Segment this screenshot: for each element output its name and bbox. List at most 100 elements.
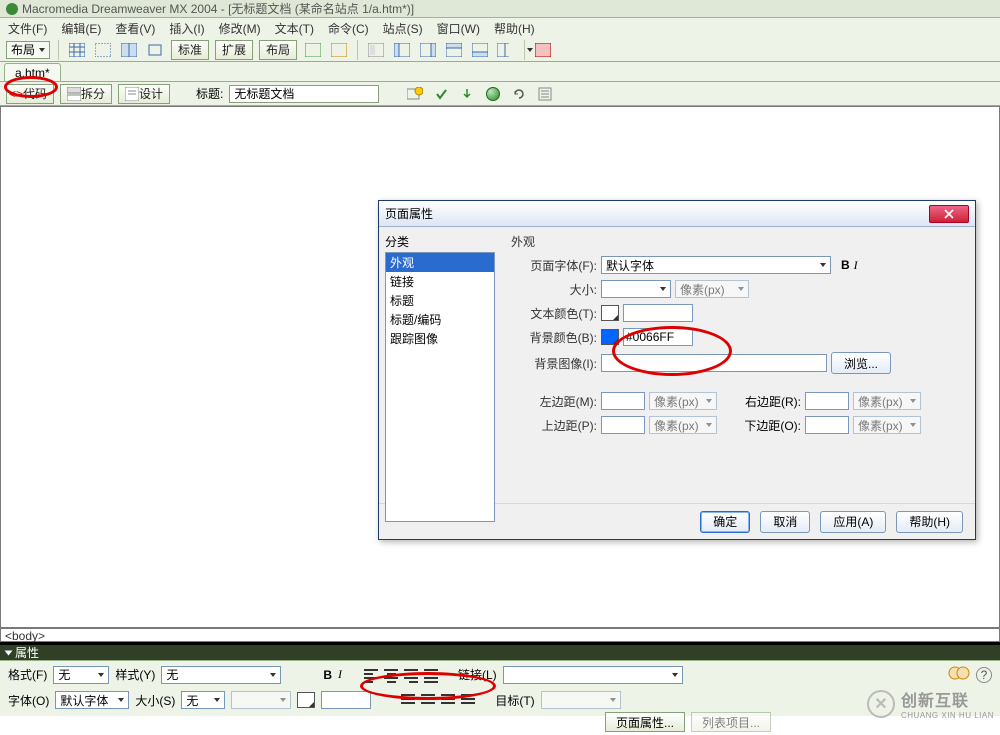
bold-button[interactable]: B — [323, 668, 332, 682]
collapse-triangle-icon — [5, 650, 13, 655]
size-unit-combo — [231, 691, 291, 709]
tag-selector[interactable]: <body> — [0, 628, 1000, 642]
menu-window[interactable]: 窗口(W) — [437, 20, 480, 36]
link-combo[interactable] — [503, 666, 683, 684]
layout-category-combo[interactable]: 布局 — [6, 41, 50, 59]
standard-mode-button[interactable]: 标准 — [171, 40, 209, 60]
refresh-icon[interactable] — [509, 84, 529, 104]
frame-split-icon[interactable] — [496, 40, 516, 60]
help-button[interactable]: 帮助(H) — [896, 511, 963, 533]
design-view-button[interactable]: 设计 — [118, 84, 170, 104]
bg-image-label: 背景图像(I): — [511, 355, 597, 372]
bg-color-swatch[interactable] — [601, 329, 619, 345]
frame-top-icon[interactable] — [444, 40, 464, 60]
layout-mode-button[interactable]: 布局 — [259, 40, 297, 60]
no-browser-check-icon[interactable] — [405, 84, 425, 104]
layout-table-icon[interactable] — [119, 40, 139, 60]
text-color-input[interactable] — [623, 304, 693, 322]
validate-icon[interactable] — [431, 84, 451, 104]
italic-button[interactable]: I — [338, 667, 342, 682]
margin-right-input[interactable] — [805, 392, 849, 410]
size-combo[interactable]: 无 — [181, 691, 225, 709]
align-justify-icon[interactable] — [424, 669, 438, 681]
format-combo[interactable]: 无 — [53, 666, 109, 684]
category-appearance[interactable]: 外观 — [386, 253, 494, 272]
browse-button[interactable]: 浏览... — [831, 352, 891, 374]
iframe-icon[interactable] — [366, 40, 386, 60]
frame-right-icon[interactable] — [418, 40, 438, 60]
category-label: 分类 — [385, 233, 495, 250]
margin-bottom-input[interactable] — [805, 416, 849, 434]
cancel-button[interactable]: 取消 — [760, 511, 810, 533]
menu-insert[interactable]: 插入(I) — [169, 20, 204, 36]
dialog-title-bar[interactable]: 页面属性 — [379, 201, 975, 227]
menu-text[interactable]: 文本(T) — [275, 20, 314, 36]
size-unit-select: 像素(px) — [675, 280, 749, 298]
extended-mode-button[interactable]: 扩展 — [215, 40, 253, 60]
properties-panel-header[interactable]: 属性 — [0, 642, 1000, 660]
tabular-data-icon[interactable] — [533, 40, 553, 60]
draw-table-icon[interactable] — [329, 40, 349, 60]
target-combo — [541, 691, 621, 709]
view-options-icon[interactable] — [535, 84, 555, 104]
category-tracing-image[interactable]: 跟踪图像 — [386, 329, 494, 348]
frame-bottom-icon[interactable] — [470, 40, 490, 60]
section-title: 外观 — [511, 233, 965, 250]
style-label: 样式(Y) — [115, 666, 155, 683]
split-view-button[interactable]: 拆分 — [60, 84, 112, 104]
margin-top-input[interactable] — [601, 416, 645, 434]
margin-left-input[interactable] — [601, 392, 645, 410]
ol-icon[interactable] — [421, 694, 435, 706]
file-mgmt-icon[interactable] — [457, 84, 477, 104]
category-links[interactable]: 链接 — [386, 272, 494, 291]
style-combo[interactable]: 无 — [161, 666, 281, 684]
menu-modify[interactable]: 修改(M) — [219, 20, 261, 36]
outdent-icon[interactable] — [441, 694, 455, 706]
align-center-icon[interactable] — [384, 669, 398, 681]
quick-tag-icon[interactable] — [948, 664, 970, 685]
window-title-bar: Macromedia Dreamweaver MX 2004 - [无标题文档 … — [0, 0, 1000, 18]
close-button[interactable] — [929, 205, 969, 223]
draw-cell-icon[interactable] — [303, 40, 323, 60]
ok-button[interactable]: 确定 — [700, 511, 750, 533]
table-icon[interactable] — [67, 40, 87, 60]
italic-toggle[interactable]: I — [854, 258, 858, 273]
menu-site[interactable]: 站点(S) — [383, 20, 423, 36]
ul-icon[interactable] — [401, 694, 415, 706]
menu-file[interactable]: 文件(F) — [8, 20, 47, 36]
help-icon[interactable]: ? — [976, 667, 992, 683]
font-combo[interactable]: 默认字体 — [55, 691, 129, 709]
properties-title: 属性 — [15, 644, 39, 661]
menu-commands[interactable]: 命令(C) — [328, 20, 369, 36]
preview-icon[interactable] — [483, 84, 503, 104]
document-title-input[interactable] — [229, 85, 379, 103]
bold-toggle[interactable]: B — [841, 258, 850, 272]
div-icon[interactable] — [93, 40, 113, 60]
bg-image-input[interactable] — [601, 354, 827, 372]
indent-icon[interactable] — [461, 694, 475, 706]
menu-bar: 文件(F) 编辑(E) 查看(V) 插入(I) 修改(M) 文本(T) 命令(C… — [0, 18, 1000, 38]
color-swatch[interactable] — [297, 692, 315, 708]
text-color-swatch[interactable] — [601, 305, 619, 321]
page-font-combo[interactable]: 默认字体 — [601, 256, 831, 274]
separator — [357, 40, 358, 60]
align-right-icon[interactable] — [404, 669, 418, 681]
menu-edit[interactable]: 编辑(E) — [61, 20, 101, 36]
document-tab[interactable]: a.htm* — [4, 63, 61, 81]
category-headings[interactable]: 标题 — [386, 291, 494, 310]
apply-button[interactable]: 应用(A) — [820, 511, 886, 533]
menu-help[interactable]: 帮助(H) — [494, 20, 535, 36]
align-left-icon[interactable] — [364, 669, 378, 681]
code-view-button[interactable]: <> 代码 — [6, 84, 54, 104]
frame-left-icon[interactable] — [392, 40, 412, 60]
page-properties-button[interactable]: 页面属性... — [605, 712, 685, 732]
target-label: 目标(T) — [495, 692, 534, 709]
size-value-combo[interactable] — [601, 280, 671, 298]
color-input[interactable] — [321, 691, 371, 709]
bg-color-input[interactable] — [623, 328, 693, 346]
bg-color-label: 背景颜色(B): — [511, 329, 597, 346]
category-title-encoding[interactable]: 标题/编码 — [386, 310, 494, 329]
category-list[interactable]: 外观 链接 标题 标题/编码 跟踪图像 — [385, 252, 495, 522]
layout-cell-icon[interactable] — [145, 40, 165, 60]
menu-view[interactable]: 查看(V) — [115, 20, 155, 36]
